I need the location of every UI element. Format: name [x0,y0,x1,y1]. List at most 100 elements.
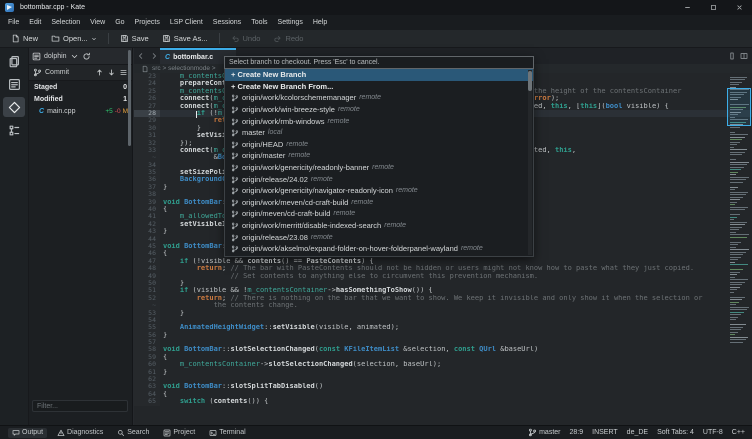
code-line[interactable]: ~ the contents change. [134,302,752,309]
branch-item-origin-master[interactable]: origin/masterremote [225,150,533,162]
branch-item-origin-work[interactable]: origin/work/… [225,255,533,258]
pull-icon[interactable] [107,68,116,77]
input-mode[interactable]: INSERT [592,429,618,436]
branch-item-origin-release-23-08[interactable]: origin/release/23.08remote [225,231,533,243]
panel-terminal[interactable]: Terminal [205,428,249,438]
menu-view[interactable]: View [85,15,110,30]
refresh-icon[interactable] [82,52,91,61]
menu-file[interactable]: File [3,15,24,30]
save-button[interactable]: Save [115,32,154,45]
tab-mode[interactable]: Soft Tabs: 4 [657,429,694,436]
code-line[interactable]: 47 if (!visible && contents() == PasteCo… [134,258,752,265]
menu-settings[interactable]: Settings [273,15,308,30]
code-line[interactable]: 51 if (visible && !m_contentsContainer->… [134,287,752,294]
staged-row[interactable]: Staged 0 [29,81,132,93]
minimap-scrollbar[interactable] [729,74,750,374]
branch-search-input[interactable]: Select branch to checkout. Press 'Esc' t… [224,56,534,69]
menu-edit[interactable]: Edit [24,15,46,30]
new-document-icon [11,34,20,43]
branch-item-create-new-branch-from[interactable]: + Create New Branch From... [225,81,533,93]
branch-item-create-new-branch[interactable]: + Create New Branch [225,69,533,81]
code-line[interactable]: 52 return; // There is nothing on the ba… [134,295,752,302]
panel-output[interactable]: Output [8,428,47,438]
menu-sessions[interactable]: Sessions [208,15,246,30]
modified-file-row[interactable]: C main.cpp +5 -0 M [29,105,132,117]
code-line[interactable]: 62 [134,376,752,383]
minimize-button[interactable] [674,0,700,15]
menu-projects[interactable]: Projects [130,15,165,30]
maximize-button[interactable] [700,0,726,15]
dictionary[interactable]: de_DE [627,429,648,436]
branch-item-origin-work-rmb-windows[interactable]: origin/work/rmb-windowsremote [225,115,533,127]
push-icon[interactable] [95,68,104,77]
code-line[interactable]: 56} [134,332,752,339]
code-line[interactable]: 60 m_contentsContainer->slotSelectionCha… [134,361,752,368]
redo-icon [273,34,282,43]
column-view-icon[interactable] [728,52,736,60]
menu-help[interactable]: Help [308,15,332,30]
menu-tools[interactable]: Tools [246,15,272,30]
panel-search[interactable]: Search [113,428,153,438]
sidebar-documents-icon[interactable] [3,51,25,71]
modified-row[interactable]: Modified 1 [29,93,132,105]
branch-item-origin-release-24-02[interactable]: origin/release/24.02remote [225,173,533,185]
history-back-button[interactable] [134,48,147,64]
sidebar-file-list-icon[interactable] [3,74,25,94]
open-folder-icon [51,34,60,43]
git-panel-scrollbar[interactable] [128,50,131,146]
panel-diagnostics[interactable]: Diagnostics [53,428,107,438]
branch-item-origin-work-kcolorschememanager[interactable]: origin/work/kcolorschememanagerremote [225,92,533,104]
minimap-viewport[interactable] [727,88,751,126]
split-view-icon[interactable] [740,52,748,60]
new-button[interactable]: New [6,32,43,45]
git-project-selector[interactable]: dolphin [29,48,132,65]
code-line[interactable]: 54 [134,317,752,324]
undo-button[interactable]: Undo [226,32,266,45]
line-number: 24 [134,80,160,87]
code-line[interactable]: 57 [134,339,752,346]
history-forward-button[interactable] [147,48,160,64]
code-line[interactable]: 59{ [134,354,752,361]
code-line[interactable]: 61} [134,369,752,376]
branch-item-origin-work-genericity-readonly-banner[interactable]: origin/work/genericity/readonly-bannerre… [225,162,533,174]
encoding[interactable]: UTF-8 [703,429,723,436]
line-number: ~ [134,302,160,309]
cursor-position[interactable]: 28:9 [570,429,584,436]
git-branch-status[interactable]: master [528,428,560,437]
code-line[interactable]: 58void BottomBar::slotSelectionChanged(c… [134,346,752,353]
chevron-down-icon[interactable] [70,52,79,61]
filter-input[interactable]: Filter... [32,400,128,412]
code-line[interactable]: 49 // Set contents to anything else to c… [134,273,752,280]
sidebar-symbols-icon[interactable] [3,120,25,140]
branch-item-origin-work-merritt-disable-indexed-search[interactable]: origin/work/merritt/disable-indexed-sear… [225,220,533,232]
branch-item-master[interactable]: masterlocal [225,127,533,139]
save-as-button[interactable]: Save As... [157,32,213,45]
redo-button[interactable]: Redo [268,32,308,45]
sidebar-git-icon[interactable] [3,97,25,117]
code-line[interactable]: 48 return; // The bar with PasteContents… [134,265,752,272]
popup-scrollbar[interactable] [528,70,532,255]
code-line[interactable]: 53 } [134,310,752,317]
branch-item-origin-head[interactable]: origin/HEADremote [225,139,533,151]
menu-lsp-client[interactable]: LSP Client [165,15,208,30]
close-button[interactable] [726,0,752,15]
branch-item-origin-work-win-breeze-style[interactable]: origin/work/win-breeze-styleremote [225,104,533,116]
git-menu-icon[interactable] [119,68,128,77]
commit-button[interactable]: Commit [45,69,69,76]
code-line[interactable]: 64{ [134,391,752,398]
code-line[interactable]: 63void BottomBar::slotSplitTabDisabled() [134,383,752,390]
branch-item-origin-work-akselmo-expand-folder-on-hover-folderpanel-wayland[interactable]: origin/work/akselmo/expand-folder-on-hov… [225,243,533,255]
open-button[interactable]: Open... [46,32,102,45]
branch-item-origin-work-genericity-navigator-readonly-icon[interactable]: origin/work/genericity/navigator-readonl… [225,185,533,197]
panel-project[interactable]: Project [159,428,199,438]
line-number: 53 [134,310,160,317]
code-line[interactable]: 65 switch (contents()) { [134,398,752,405]
menu-selection[interactable]: Selection [46,15,85,30]
highlight-mode[interactable]: C++ [732,429,745,436]
popup-scrollbar-thumb[interactable] [528,71,532,91]
code-line[interactable]: 50 } [134,280,752,287]
menu-go[interactable]: Go [110,15,129,30]
code-line[interactable]: 55 AnimatedHeightWidget::setVisible(visi… [134,324,752,331]
branch-item-origin-meven-cd-craft-build[interactable]: origin/meven/cd-craft-buildremote [225,208,533,220]
branch-item-origin-work-meven-cd-craft-build[interactable]: origin/work/meven/cd-craft-buildremote [225,197,533,209]
